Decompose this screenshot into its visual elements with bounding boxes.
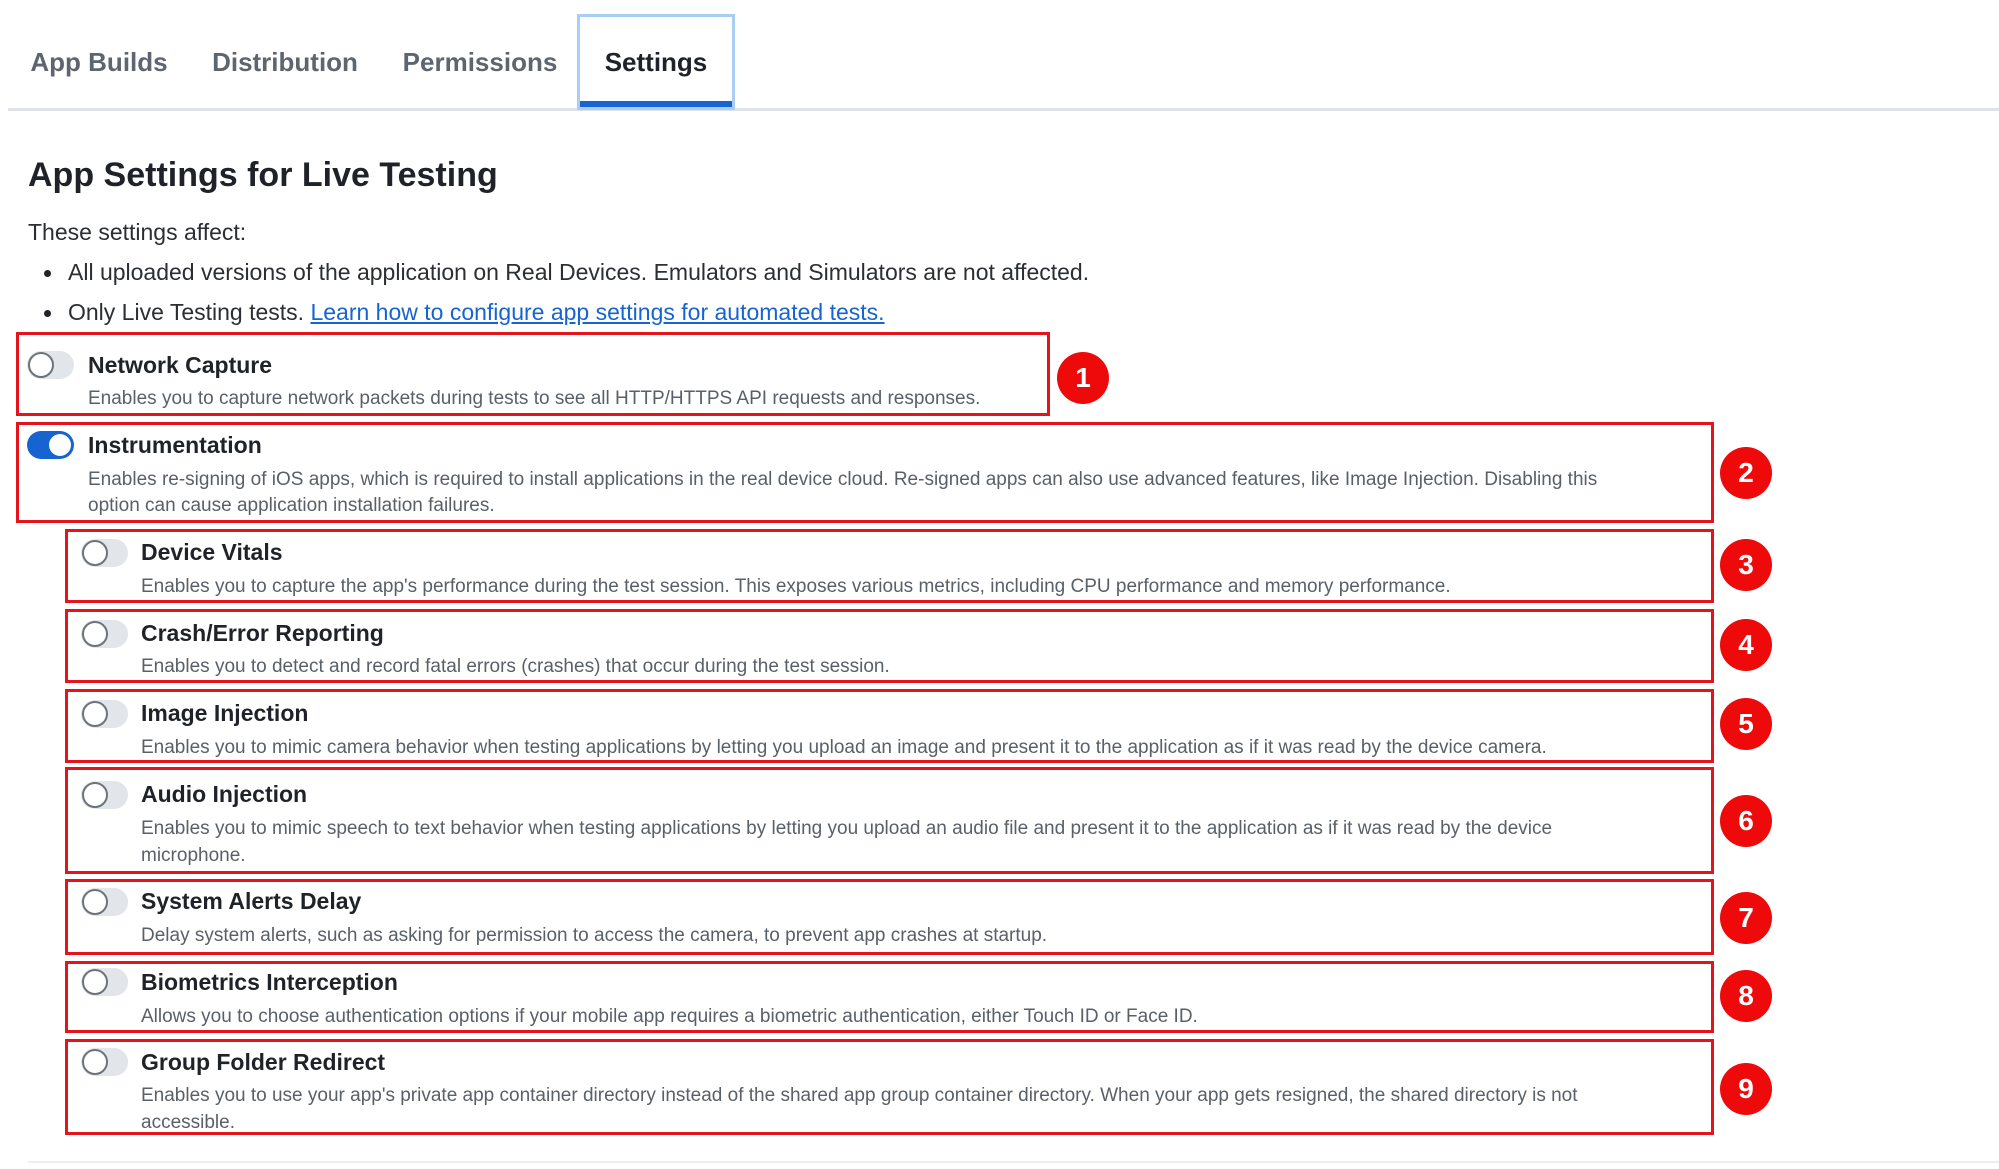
annotation-badge-7: 7: [1720, 892, 1772, 944]
audio-injection-title: Audio Injection: [141, 781, 308, 807]
toggle-knob: [82, 1049, 108, 1075]
device-vitals-toggle[interactable]: [81, 539, 128, 567]
tab-settings[interactable]: Settings: [577, 14, 735, 110]
biometrics-interception-title: Biometrics Interception: [141, 969, 398, 995]
tab-app-builds[interactable]: App Builds: [14, 14, 184, 110]
page-title: App Settings for Live Testing: [28, 156, 498, 194]
settings-page: App Builds Distribution Permissions Sett…: [0, 0, 1999, 1169]
crash-error-reporting-description: Enables you to detect and record fatal e…: [141, 656, 890, 677]
annotation-badge-8: 8: [1720, 970, 1772, 1022]
network-capture-toggle[interactable]: [27, 351, 74, 379]
biometrics-interception-description: Allows you to choose authentication opti…: [141, 1006, 1198, 1027]
system-alerts-delay-title: System Alerts Delay: [141, 888, 362, 914]
image-injection-title: Image Injection: [141, 700, 309, 726]
toggle-knob: [82, 621, 108, 647]
system-alerts-delay-description: Delay system alerts, such as asking for …: [141, 925, 1048, 946]
audio-injection-description-line2: microphone.: [141, 845, 246, 866]
toggle-knob: [49, 434, 71, 456]
bullet-live-testing: Only Live Testing tests. Learn how to co…: [44, 299, 885, 326]
bullet-real-devices: All uploaded versions of the application…: [43, 259, 1090, 286]
toggle-knob: [82, 540, 108, 566]
intro-text: These settings affect:: [28, 219, 247, 245]
active-tab-indicator: [580, 101, 732, 107]
audio-injection-toggle[interactable]: [81, 781, 128, 809]
group-folder-redirect-toggle[interactable]: [81, 1048, 128, 1076]
instrumentation-description-line1: Enables re-signing of iOS apps, which is…: [88, 469, 1598, 490]
instrumentation-toggle[interactable]: [27, 431, 74, 459]
crash-error-reporting-toggle[interactable]: [81, 620, 128, 648]
image-injection-toggle[interactable]: [81, 700, 128, 728]
crash-error-reporting-title: Crash/Error Reporting: [141, 620, 384, 646]
device-vitals-title: Device Vitals: [141, 539, 283, 565]
toggle-knob: [28, 352, 54, 378]
toggle-knob: [82, 969, 108, 995]
annotation-badge-5: 5: [1720, 698, 1772, 750]
network-capture-title: Network Capture: [88, 352, 273, 378]
group-folder-redirect-description-line2: accessible.: [141, 1112, 235, 1133]
tab-distribution[interactable]: Distribution: [196, 14, 374, 110]
device-vitals-description: Enables you to capture the app's perform…: [141, 576, 1451, 597]
biometrics-interception-toggle[interactable]: [81, 968, 128, 996]
toggle-knob: [82, 889, 108, 915]
instrumentation-description-line2: option can cause application installatio…: [88, 495, 495, 516]
annotation-badge-2: 2: [1720, 447, 1772, 499]
toggle-knob: [82, 782, 108, 808]
tab-settings-label: Settings: [604, 46, 708, 77]
bullet-text: All uploaded versions of the application…: [68, 259, 1090, 285]
annotation-badge-4: 4: [1720, 619, 1772, 671]
audio-injection-description-line1: Enables you to mimic speech to text beha…: [141, 818, 1553, 839]
configure-automated-tests-link[interactable]: Learn how to configure app settings for …: [310, 299, 884, 325]
network-capture-description: Enables you to capture network packets d…: [88, 388, 981, 409]
annotation-badge-6: 6: [1720, 795, 1772, 847]
instrumentation-title: Instrumentation: [88, 432, 262, 458]
group-folder-redirect-title: Group Folder Redirect: [141, 1049, 386, 1075]
annotation-badge-9: 9: [1720, 1063, 1772, 1115]
bullet-text: Only Live Testing tests.: [68, 299, 305, 325]
system-alerts-delay-toggle[interactable]: [81, 888, 128, 916]
toggle-knob: [82, 701, 108, 727]
annotation-badge-3: 3: [1720, 539, 1772, 591]
annotation-badge-1: 1: [1057, 352, 1109, 404]
bottom-divider: [28, 1161, 1999, 1163]
tab-permissions[interactable]: Permissions: [392, 14, 568, 110]
image-injection-description: Enables you to mimic camera behavior whe…: [141, 737, 1547, 758]
group-folder-redirect-description-line1: Enables you to use your app's private ap…: [141, 1085, 1578, 1106]
